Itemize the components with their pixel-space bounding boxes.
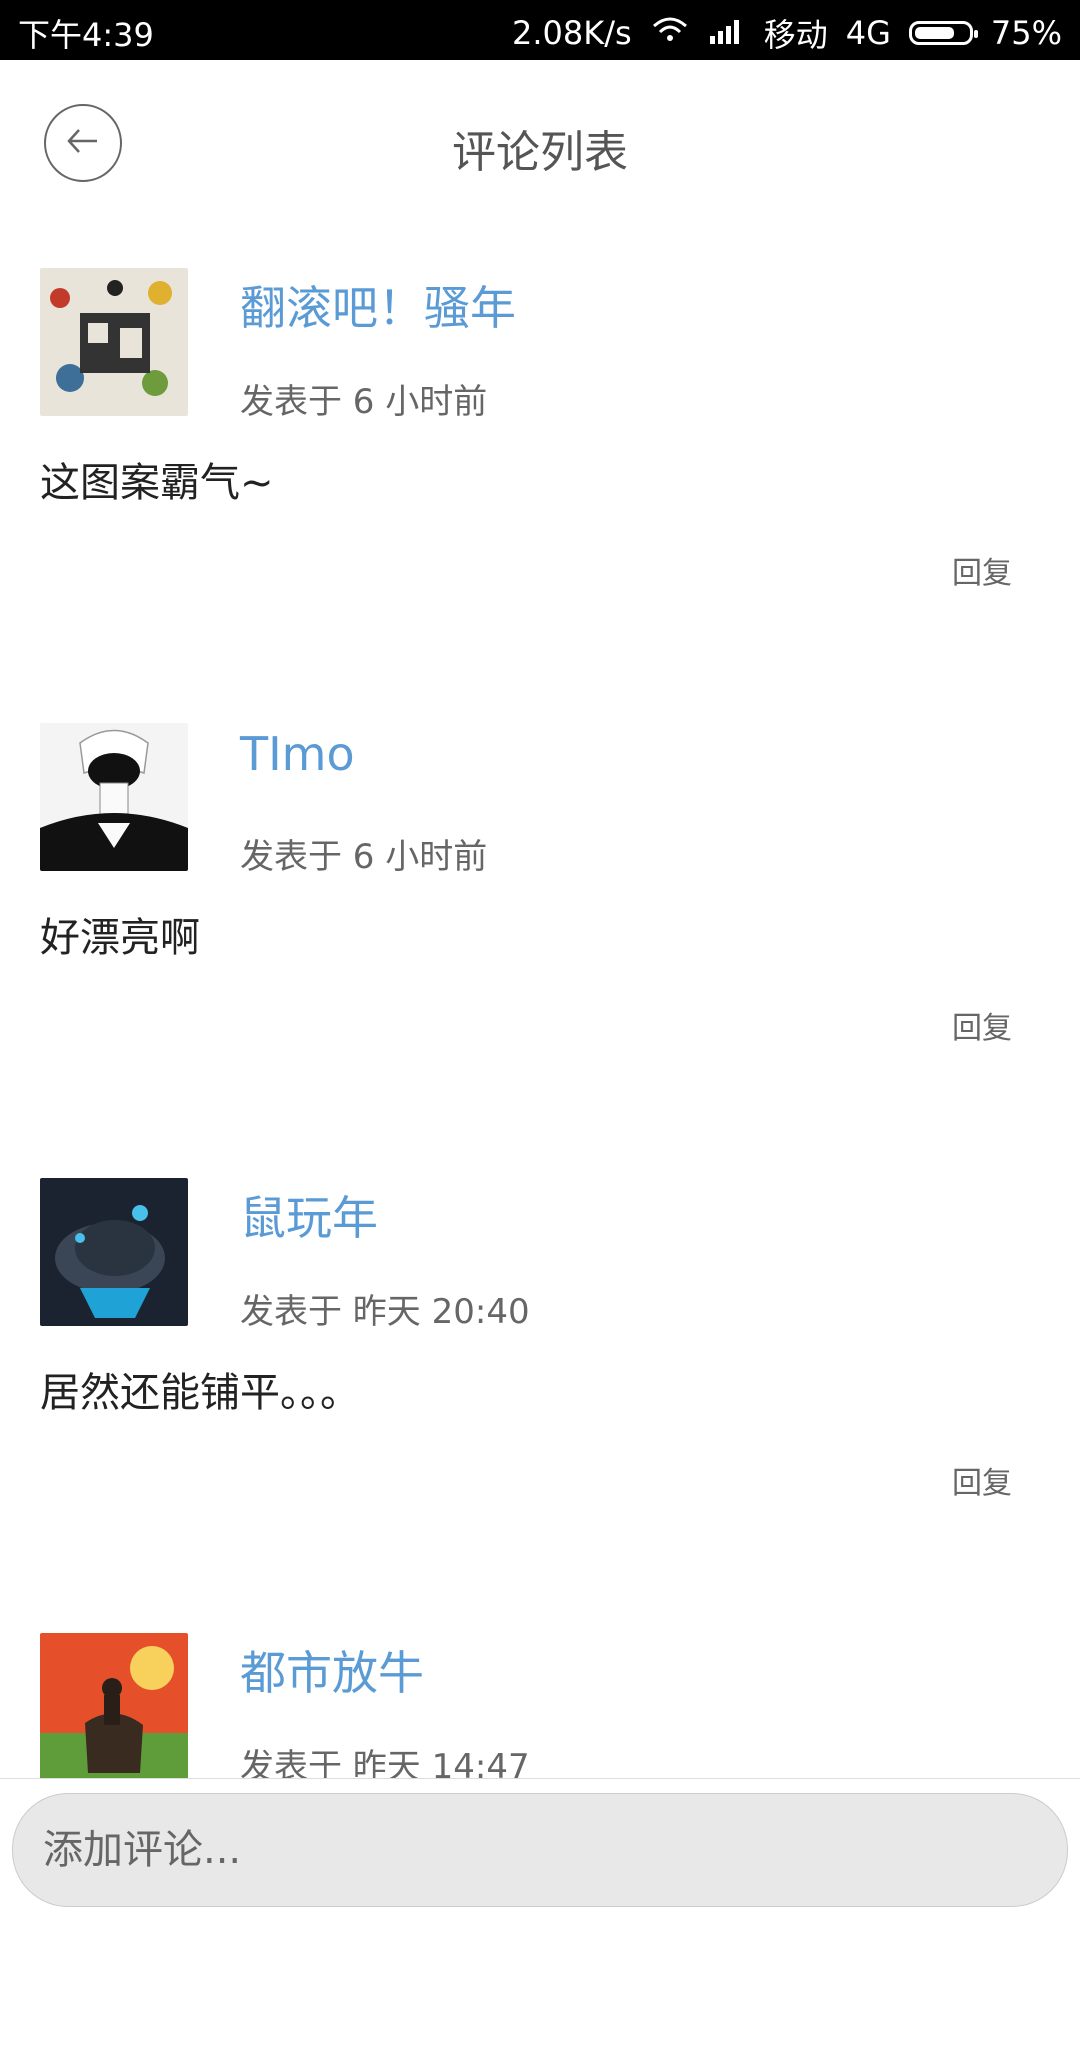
avatar[interactable] [40, 723, 188, 871]
reply-button[interactable]: 回复 [952, 548, 1012, 592]
status-bar: 下午4:39 2.08K/s 移动 4G 75% [0, 0, 1080, 60]
comment-time: 发表于 6 小时前 [240, 837, 488, 877]
avatar[interactable] [40, 268, 188, 416]
comment-text: 这图案霸气~ [40, 460, 274, 506]
username[interactable]: TImo [240, 727, 355, 781]
page-title: 评论列表 [452, 127, 628, 178]
username[interactable]: 都市放牛 [240, 1637, 424, 1703]
battery-fill [914, 27, 954, 39]
network-speed: 2.08K/s [512, 14, 632, 52]
battery-percent: 75% [990, 14, 1062, 52]
signal-icon [708, 14, 746, 52]
carrier-label: 移动 [763, 16, 828, 54]
battery-icon [908, 21, 978, 45]
comment-text: 居然还能铺平。。。 [40, 1370, 360, 1416]
avatar[interactable] [40, 1633, 188, 1781]
username[interactable]: 翻滚吧！骚年 [240, 272, 516, 338]
comment-input-bar [0, 1778, 1080, 1921]
header: 评论列表 [0, 60, 1080, 230]
comment-item: TImo 发表于 6 小时前 好漂亮啊 回复 [0, 685, 1080, 1140]
comment-item: 翻滚吧！骚年 发表于 6 小时前 这图案霸气~ 回复 [0, 230, 1080, 685]
comment-time: 发表于 6 小时前 [240, 382, 488, 422]
comment-item: 鼠玩年 发表于 昨天 20:40 居然还能铺平。。。 回复 [0, 1140, 1080, 1595]
comment-list: 翻滚吧！骚年 发表于 6 小时前 这图案霸气~ 回复 TImo 发表于 6 小时… [0, 230, 1080, 2050]
reply-button[interactable]: 回复 [952, 1003, 1012, 1047]
comment-time: 发表于 昨天 20:40 [240, 1292, 530, 1332]
comment-input[interactable] [12, 1793, 1068, 1907]
comment-text: 好漂亮啊 [40, 915, 200, 961]
wifi-icon [650, 14, 690, 52]
status-right: 2.08K/s 移动 4G 75% [512, 10, 1062, 56]
reply-button[interactable]: 回复 [952, 1458, 1012, 1502]
status-time: 下午4:39 [18, 16, 154, 54]
avatar[interactable] [40, 1178, 188, 1326]
username[interactable]: 鼠玩年 [240, 1182, 378, 1248]
network-type: 4G [845, 14, 891, 52]
